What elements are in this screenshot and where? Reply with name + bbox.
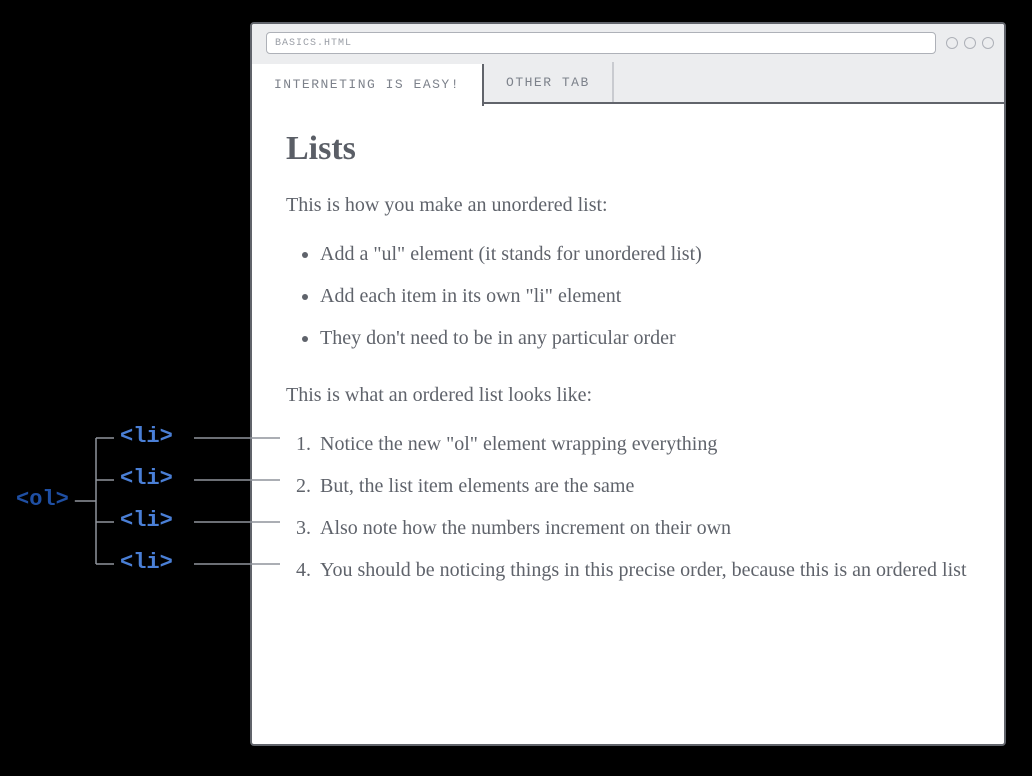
window-controls	[946, 37, 994, 49]
annotation-li-tag: <li>	[120, 550, 173, 575]
annotation-li-tag: <li>	[120, 508, 173, 533]
list-item: Also note how the numbers increment on t…	[316, 512, 970, 544]
list-item: They don't need to be in any particular …	[320, 322, 970, 354]
ordered-list: Notice the new "ol" element wrapping eve…	[286, 428, 970, 586]
tab-label: OTHER TAB	[506, 75, 590, 90]
annotation-ol-tag: <ol>	[16, 487, 69, 512]
address-bar[interactable]: BASICS.HTML	[266, 32, 936, 54]
annotation-li-tag: <li>	[120, 424, 173, 449]
browser-window: BASICS.HTML INTERNETING IS EASY! OTHER T…	[250, 22, 1006, 746]
page-heading: Lists	[286, 130, 970, 168]
tab-label: INTERNETING IS EASY!	[274, 77, 460, 92]
tabs-bar: INTERNETING IS EASY! OTHER TAB	[252, 62, 1004, 102]
intro-ordered: This is what an ordered list looks like:	[286, 380, 970, 410]
page-content: Lists This is how you make an unordered …	[252, 104, 1004, 632]
tab-other[interactable]: OTHER TAB	[484, 62, 614, 102]
address-bar-text: BASICS.HTML	[275, 38, 352, 49]
annotation-li-tag: <li>	[120, 466, 173, 491]
browser-chrome: BASICS.HTML INTERNETING IS EASY! OTHER T…	[252, 24, 1004, 104]
list-item: Add a "ul" element (it stands for unorde…	[320, 238, 970, 270]
window-control-dot-icon[interactable]	[964, 37, 976, 49]
list-item: Notice the new "ol" element wrapping eve…	[316, 428, 970, 460]
window-control-dot-icon[interactable]	[982, 37, 994, 49]
intro-unordered: This is how you make an unordered list:	[286, 190, 970, 220]
list-item: You should be noticing things in this pr…	[316, 554, 970, 586]
unordered-list: Add a "ul" element (it stands for unorde…	[286, 238, 970, 354]
window-control-dot-icon[interactable]	[946, 37, 958, 49]
tab-interneting[interactable]: INTERNETING IS EASY!	[252, 64, 484, 106]
list-item: But, the list item elements are the same	[316, 470, 970, 502]
list-item: Add each item in its own "li" element	[320, 280, 970, 312]
